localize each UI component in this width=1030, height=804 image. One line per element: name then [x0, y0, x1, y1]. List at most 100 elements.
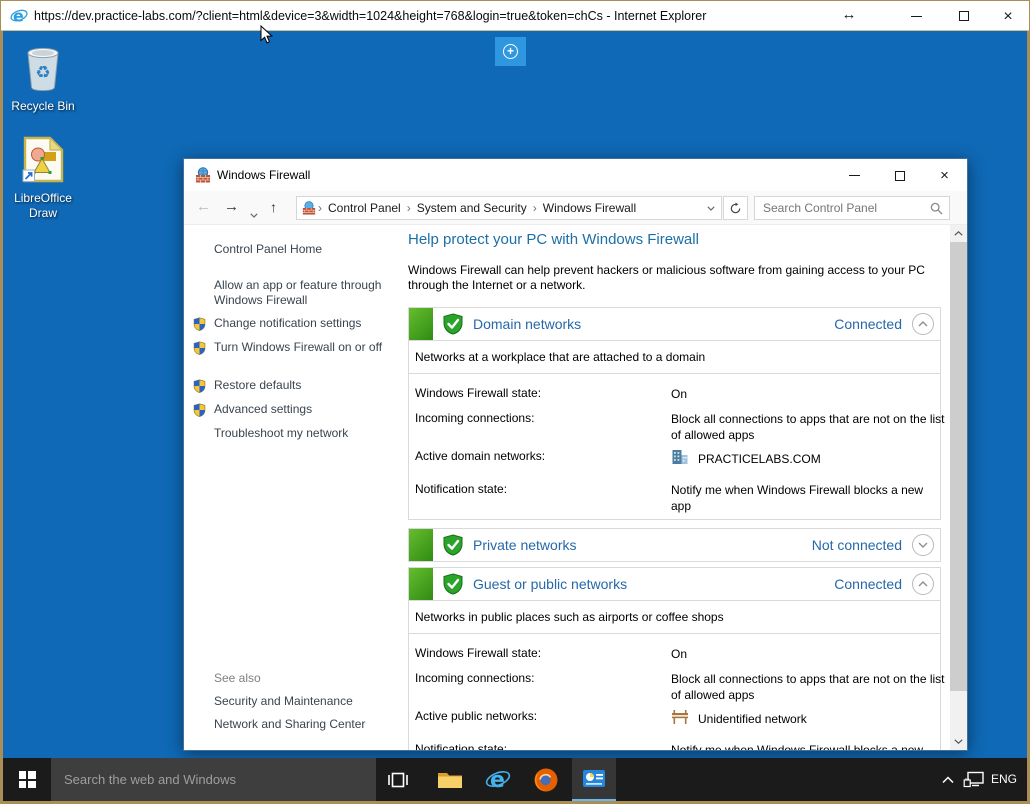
control-panel-taskbar-button[interactable] [572, 758, 616, 801]
sidebar-link-label: Advanced settings [214, 402, 312, 416]
window-maximize-button[interactable] [877, 159, 922, 191]
section-header-private-networks[interactable]: Private networks Not connected [408, 528, 941, 562]
control-panel-search-input[interactable] [754, 196, 950, 220]
expand-section-button[interactable] [912, 534, 934, 556]
chevron-up-icon [954, 231, 963, 236]
window-minimize-button[interactable] [832, 159, 877, 191]
search-icon[interactable] [930, 202, 943, 220]
scrollbar-up-button[interactable] [950, 225, 967, 242]
sidebar-link-restore-defaults[interactable]: Restore defaults [214, 378, 390, 393]
plus-icon: + [503, 44, 518, 59]
window-body: Control Panel Home Allow an app or featu… [184, 225, 967, 750]
address-dropdown-icon[interactable] [701, 206, 721, 211]
scrollbar-down-button[interactable] [950, 733, 967, 750]
file-explorer-button[interactable] [428, 758, 472, 801]
browser-maximize-button[interactable] [941, 1, 987, 31]
refresh-button[interactable] [723, 196, 748, 220]
minimize-icon [849, 175, 860, 176]
practice-labs-browser-window: e https://dev.practice-labs.com/?client=… [0, 0, 1030, 804]
sidebar-link-network-and-sharing-center[interactable]: Network and Sharing Center [214, 717, 365, 731]
refresh-icon [729, 202, 742, 215]
browser-close-button[interactable]: × [985, 1, 1030, 31]
active-network-name: Unidentified network [698, 711, 807, 727]
breadcrumb-separator: › [316, 201, 324, 215]
sidebar-link-allow-app-through-firewall[interactable]: Allow an app or feature through Windows … [214, 278, 390, 308]
sidebar-link-security-and-maintenance[interactable]: Security and Maintenance [214, 694, 353, 708]
breadcrumb-separator: › [405, 201, 413, 215]
chevron-down-icon [918, 542, 928, 548]
window-titlebar[interactable]: Windows Firewall × [184, 159, 967, 191]
labs-toolbar-expand-button[interactable]: + [495, 37, 526, 66]
detail-value: Notify me when Windows Firewall blocks a… [671, 482, 945, 514]
sidebar-link-turn-firewall-on-off[interactable]: Turn Windows Firewall on or off [214, 340, 390, 355]
section-private-networks: Private networks Not connected [408, 528, 941, 562]
detail-label: Active domain networks: [415, 449, 545, 463]
section-title: Guest or public networks [473, 576, 627, 592]
detail-value: Unidentified network [671, 709, 945, 729]
chevron-up-icon [942, 776, 954, 784]
sidebar-link-advanced-settings[interactable]: Advanced settings [214, 402, 390, 417]
windows-taskbar: e [3, 758, 1027, 801]
breadcrumb-system-and-security[interactable]: System and Security [413, 201, 531, 215]
breadcrumb-windows-firewall[interactable]: Windows Firewall [539, 201, 640, 215]
back-button[interactable]: ← [196, 198, 211, 215]
active-network-name: PRACTICELABS.COM [698, 451, 821, 467]
section-details: Windows Firewall state: On Incoming conn… [408, 374, 941, 520]
breadcrumb-separator: › [531, 201, 539, 215]
taskbar-search-input[interactable] [51, 758, 376, 801]
sidebar-link-label: Change notification settings [214, 316, 361, 330]
section-accent-bar [409, 568, 433, 600]
detail-value: Notify me when Windows Firewall blocks a… [671, 742, 945, 750]
tray-network-icon[interactable] [963, 771, 985, 794]
firewall-main-content: Help protect your PC with Windows Firewa… [401, 225, 950, 750]
window-close-button[interactable]: × [922, 159, 967, 191]
address-bar[interactable]: › Control Panel › System and Security › … [296, 196, 722, 220]
internet-explorer-icon: e [10, 7, 28, 25]
sidebar-link-change-notification-settings[interactable]: Change notification settings [214, 316, 390, 331]
internet-explorer-button[interactable]: e [476, 758, 520, 801]
detail-label: Notification state: [415, 742, 507, 750]
start-button[interactable] [3, 758, 51, 801]
sidebar-link-label: Allow an app or feature through Windows … [214, 278, 381, 307]
task-view-button[interactable] [376, 758, 420, 801]
section-header-domain-networks[interactable]: Domain networks Connected [408, 307, 941, 341]
detail-value: Block all connections to apps that are n… [671, 411, 945, 443]
browser-minimize-button[interactable] [893, 1, 939, 31]
uac-shield-icon [193, 379, 206, 397]
section-header-guest-or-public-networks[interactable]: Guest or public networks Connected [408, 567, 941, 601]
section-description: Networks at a workplace that are attache… [408, 341, 941, 374]
forward-button[interactable]: → [224, 198, 239, 215]
domain-network-icon [671, 449, 689, 469]
section-status: Connected [834, 316, 902, 332]
collapse-section-button[interactable] [912, 573, 934, 595]
desktop-icon-libreoffice-draw[interactable]: LibreOffice Draw [10, 136, 76, 221]
section-domain-networks: Domain networks Connected Networks at a … [408, 307, 941, 520]
browser-title: https://dev.practice-labs.com/?client=ht… [34, 9, 706, 23]
vertical-scrollbar[interactable] [950, 225, 967, 750]
firefox-button[interactable] [524, 758, 568, 801]
resize-icon[interactable]: ↔ [837, 6, 861, 23]
section-title: Private networks [473, 537, 576, 553]
breadcrumb-control-panel[interactable]: Control Panel [324, 201, 405, 215]
detail-label: Active public networks: [415, 709, 537, 723]
sidebar-link-troubleshoot-my-network[interactable]: Troubleshoot my network [214, 426, 390, 441]
language-indicator[interactable]: ENG [991, 758, 1017, 801]
collapse-section-button[interactable] [912, 313, 934, 335]
desktop-icon-recycle-bin[interactable]: ♻ Recycle Bin [10, 40, 76, 114]
up-button[interactable]: ↑ [270, 199, 277, 215]
tray-show-hidden-icons-button[interactable] [937, 758, 959, 801]
desktop-icon-label: LibreOffice Draw [10, 191, 76, 221]
detail-value: On [671, 386, 945, 402]
detail-value: Block all connections to apps that are n… [671, 671, 945, 703]
recent-pages-dropdown-icon[interactable] [250, 205, 258, 223]
uac-shield-icon [193, 403, 206, 421]
chevron-up-icon [918, 581, 928, 587]
intro-text: Windows Firewall can help prevent hacker… [408, 263, 950, 293]
section-title: Domain networks [473, 316, 581, 332]
section-status: Connected [834, 576, 902, 592]
file-explorer-icon [437, 770, 463, 790]
sidebar-link-control-panel-home[interactable]: Control Panel Home [214, 242, 390, 257]
scrollbar-thumb[interactable] [950, 242, 967, 691]
internet-explorer-icon: e [485, 767, 511, 793]
control-panel-sidebar: Control Panel Home Allow an app or featu… [184, 225, 401, 750]
